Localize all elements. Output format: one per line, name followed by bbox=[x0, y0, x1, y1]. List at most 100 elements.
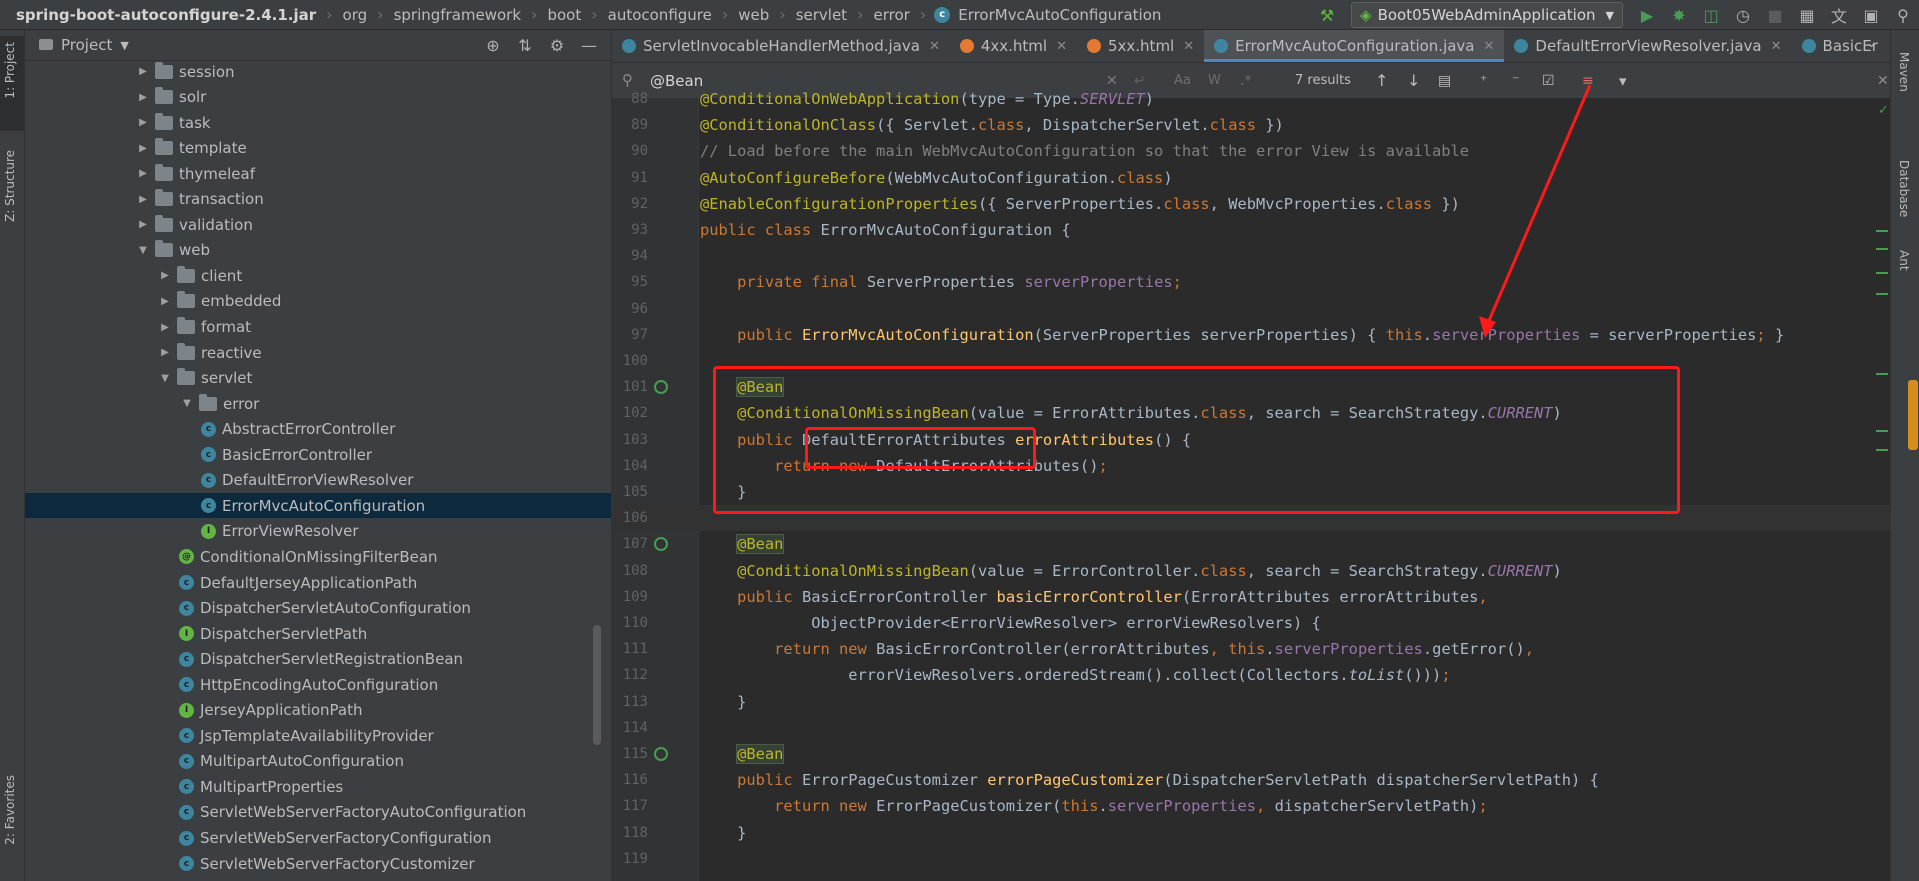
tree-item[interactable]: ▶ thymeleaf bbox=[25, 161, 611, 186]
tree-item[interactable]: c JspTemplateAvailabilityProvider bbox=[25, 723, 611, 748]
tree-item[interactable]: ▶ solr bbox=[25, 85, 611, 110]
tab[interactable]: 5xx.html ✕ bbox=[1077, 30, 1204, 62]
close-tab-icon[interactable]: ✕ bbox=[1056, 39, 1067, 54]
database-tool-tab[interactable]: Database bbox=[1897, 160, 1911, 217]
stop-icon[interactable]: ■ bbox=[1763, 3, 1787, 27]
breadcrumb-item[interactable]: ErrorMvcAutoConfiguration bbox=[956, 6, 1163, 24]
tree-item[interactable]: c ServletWebServerFactoryAutoConfiguratio… bbox=[25, 800, 611, 825]
close-tab-icon[interactable]: ✕ bbox=[929, 39, 940, 54]
expanded-arrow-icon[interactable]: ▼ bbox=[157, 373, 173, 384]
profile-icon[interactable]: ◷ bbox=[1731, 3, 1755, 27]
code-line[interactable]: 94 bbox=[612, 243, 1890, 269]
tree-item[interactable]: ▶ session bbox=[25, 59, 611, 84]
collapsed-arrow-icon[interactable]: ▶ bbox=[135, 117, 151, 128]
project-structure-icon[interactable]: ▦ bbox=[1795, 3, 1819, 27]
tree-item[interactable]: cTomcatServletWebServerFactoryCustomizer bbox=[25, 877, 611, 881]
tree-item[interactable]: c MultipartAutoConfiguration bbox=[25, 749, 611, 774]
tabs-overflow-chevron-icon[interactable]: ⌄ bbox=[1866, 36, 1877, 51]
collapsed-arrow-icon[interactable]: ▶ bbox=[157, 270, 173, 281]
breadcrumb-item[interactable]: error bbox=[871, 6, 911, 24]
project-tool-tab[interactable]: 1: Project bbox=[3, 42, 17, 99]
code-line[interactable]: 111 return new BasicErrorController(erro… bbox=[612, 636, 1890, 662]
collapsed-arrow-icon[interactable]: ▶ bbox=[157, 347, 173, 358]
tree-item[interactable]: ▶ client bbox=[25, 263, 611, 288]
editor-scroll-marker[interactable] bbox=[1908, 380, 1918, 450]
inspection-ok-icon[interactable]: ✓ bbox=[1878, 103, 1889, 118]
breadcrumb-item[interactable]: web bbox=[736, 6, 771, 24]
tree-item[interactable]: c ServletWebServerFactoryConfiguration bbox=[25, 826, 611, 851]
collapsed-arrow-icon[interactable]: ▶ bbox=[157, 322, 173, 333]
code-line[interactable]: 113 } bbox=[612, 689, 1890, 715]
tree-item[interactable]: ▶ embedded bbox=[25, 289, 611, 314]
code-line[interactable]: 108 @ConditionalOnMissingBean(value = Er… bbox=[612, 558, 1890, 584]
tree-item[interactable]: ▶ validation bbox=[25, 212, 611, 237]
tree-item[interactable]: ▶ transaction bbox=[25, 187, 611, 212]
tree-item[interactable]: ▼ error bbox=[25, 391, 611, 416]
close-tab-icon[interactable]: ✕ bbox=[1771, 39, 1782, 54]
tree-item[interactable]: c DispatcherServletAutoConfiguration bbox=[25, 596, 611, 621]
hammer-build-icon[interactable]: ⚒ bbox=[1315, 3, 1339, 27]
tree-item[interactable]: ▶ format bbox=[25, 315, 611, 340]
search-everywhere-icon[interactable]: ⚲ bbox=[1891, 3, 1915, 27]
tab[interactable]: DefaultErrorViewResolver.java ✕ bbox=[1504, 30, 1791, 62]
coverage-icon[interactable]: ◫ bbox=[1699, 3, 1723, 27]
tree-item[interactable]: c DefaultJerseyApplicationPath bbox=[25, 570, 611, 595]
code-line[interactable]: 95 private final ServerProperties server… bbox=[612, 269, 1890, 295]
locate-icon[interactable]: ⊕ bbox=[481, 33, 505, 57]
favorites-tool-tab[interactable]: 2: Favorites bbox=[3, 775, 17, 845]
code-line[interactable]: 96 bbox=[612, 296, 1890, 322]
code-line[interactable]: 116 public ErrorPageCustomizer errorPage… bbox=[612, 767, 1890, 793]
gear-icon[interactable]: ⚙ bbox=[545, 33, 569, 57]
code-line[interactable]: 107 @Bean bbox=[612, 531, 1890, 557]
close-tab-icon[interactable]: ✕ bbox=[1183, 39, 1194, 54]
tab[interactable]: ServletInvocableHandlerMethod.java ✕ bbox=[612, 30, 950, 62]
code-line[interactable]: 117 return new ErrorPageCustomizer(this.… bbox=[612, 793, 1890, 819]
tree-item[interactable]: c ServletWebServerFactoryCustomizer bbox=[25, 851, 611, 876]
run-icon[interactable]: ▶ bbox=[1635, 3, 1659, 27]
tree-item[interactable]: ▼ servlet bbox=[25, 366, 611, 391]
collapsed-arrow-icon[interactable]: ▶ bbox=[135, 66, 151, 77]
tree-item[interactable]: c BasicErrorController bbox=[25, 442, 611, 467]
tree-item[interactable]: c DefaultErrorViewResolver bbox=[25, 468, 611, 493]
tree-item[interactable]: ▶ reactive bbox=[25, 340, 611, 365]
code-line[interactable]: 112 errorViewResolvers.orderedStream().c… bbox=[612, 662, 1890, 688]
bean-gutter-icon[interactable] bbox=[654, 747, 668, 761]
collapsed-arrow-icon[interactable]: ▶ bbox=[135, 143, 151, 154]
tab[interactable]: ErrorMvcAutoConfiguration.java ✕ bbox=[1204, 30, 1505, 62]
code-line[interactable]: 109 public BasicErrorController basicErr… bbox=[612, 584, 1890, 610]
translate-icon[interactable]: 文 bbox=[1827, 3, 1851, 27]
structure-tool-tab[interactable]: Z: Structure bbox=[3, 150, 17, 222]
code-line[interactable]: 110 ObjectProvider<ErrorViewResolver> er… bbox=[612, 610, 1890, 636]
code-line[interactable]: 114 bbox=[612, 715, 1890, 741]
tree-item[interactable]: ▶ task bbox=[25, 110, 611, 135]
collapsed-arrow-icon[interactable]: ▶ bbox=[135, 219, 151, 230]
collapsed-arrow-icon[interactable]: ▶ bbox=[135, 168, 151, 179]
breadcrumb-item[interactable]: org bbox=[341, 6, 370, 24]
tree-item[interactable]: ▼ web bbox=[25, 238, 611, 263]
breadcrumb-item[interactable]: spring-boot-autoconfigure-2.4.1.jar bbox=[14, 6, 318, 24]
code-line[interactable]: 93 public class ErrorMvcAutoConfiguration… bbox=[612, 217, 1890, 243]
expanded-arrow-icon[interactable]: ▼ bbox=[179, 398, 195, 409]
collapsed-arrow-icon[interactable]: ▶ bbox=[135, 194, 151, 205]
code-line[interactable]: 88 @ConditionalOnWebApplication(type = Ty… bbox=[612, 86, 1890, 112]
tree-item[interactable]: c ErrorMvcAutoConfiguration bbox=[25, 493, 611, 519]
bean-gutter-icon[interactable] bbox=[654, 380, 668, 395]
expanded-arrow-icon[interactable]: ▼ bbox=[135, 245, 151, 256]
tree-item[interactable]: c DispatcherServletRegistrationBean bbox=[25, 647, 611, 672]
maven-tool-tab[interactable]: Maven bbox=[1897, 52, 1911, 92]
tree-item[interactable]: c AbstractErrorController bbox=[25, 417, 611, 442]
tree-item[interactable]: ▶ template bbox=[25, 136, 611, 161]
code-line[interactable]: 92 @EnableConfigurationProperties({ Serve… bbox=[612, 191, 1890, 217]
code-line[interactable]: 97 public ErrorMvcAutoConfiguration(Serv… bbox=[612, 322, 1890, 348]
tree-item[interactable]: c HttpEncodingAutoConfiguration bbox=[25, 672, 611, 697]
window-icon[interactable]: ▣ bbox=[1859, 3, 1883, 27]
tree-item[interactable]: I ErrorViewResolver bbox=[25, 519, 611, 544]
tree-item[interactable]: I DispatcherServletPath bbox=[25, 621, 611, 646]
minimize-icon[interactable]: — bbox=[577, 33, 601, 57]
tree-item[interactable]: c MultipartProperties bbox=[25, 774, 611, 799]
breadcrumb-item[interactable]: boot bbox=[545, 6, 583, 24]
code-line[interactable]: 119 bbox=[612, 846, 1890, 872]
debug-icon[interactable]: ✸ bbox=[1667, 3, 1691, 27]
chevron-down-icon[interactable]: ▼ bbox=[120, 39, 128, 52]
tree-scrollbar[interactable] bbox=[593, 625, 601, 745]
